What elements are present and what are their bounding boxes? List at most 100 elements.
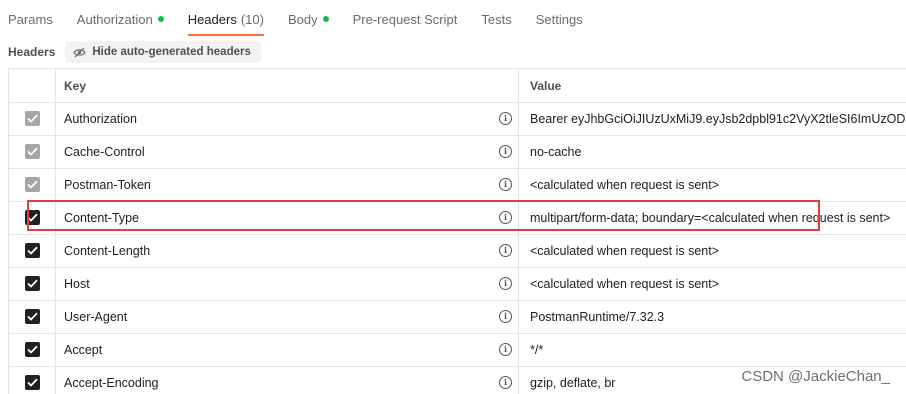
checkbox-cell [9,267,56,300]
checkmark-icon [26,378,38,387]
checkmark-icon [26,213,38,222]
row-checkbox[interactable] [24,375,40,390]
header-key: User-Agent [64,309,128,324]
value-cell[interactable]: Bearer eyJhbGciOiJIUzUxMiJ9.eyJsb2dpbl91… [520,102,906,135]
key-cell[interactable]: Accept i [56,333,519,366]
key-cell[interactable]: Content-Length i [56,234,519,267]
tab-label: Pre-request Script [352,11,458,27]
tab-label: Authorization [76,11,153,27]
tab-authorization[interactable]: Authorization [65,0,176,38]
hide-auto-generated-headers-button[interactable]: Hide auto-generated headers [65,41,261,63]
tab-count: (10) [240,11,264,27]
checkmark-icon [26,180,38,189]
header-key: Content-Type [64,210,140,225]
key-cell[interactable]: User-Agent i [56,300,519,333]
checkbox-cell [9,333,56,366]
column-header-key: Key [56,69,519,102]
checkmark-icon [26,345,38,354]
header-check-cell [9,69,56,102]
tab-settings[interactable]: Settings [524,0,595,38]
checkmark-icon [26,147,38,156]
value-cell[interactable]: */* [520,333,906,366]
headers-table: Key Value Authorization i Bearer eyJhbGciO… [8,68,906,394]
key-cell[interactable]: Content-Type i [56,201,519,234]
eye-off-icon [73,47,87,57]
status-dot-icon [157,16,164,22]
value-cell[interactable]: <calculated when request is sent> [520,234,906,267]
table-row: Authorization i Bearer eyJhbGciOiJIUzUxMiJ… [9,102,906,136]
tab-tests[interactable]: Tests [469,0,523,38]
row-checkbox[interactable] [24,111,40,126]
section-title: Headers [8,45,56,59]
row-checkbox[interactable] [24,177,40,192]
info-icon[interactable]: i [499,145,512,158]
header-key: Accept [64,342,103,357]
checkbox-cell [9,300,56,333]
header-value: gzip, deflate, br [530,375,616,390]
tab-pre-request-script[interactable]: Pre-request Script [341,0,470,38]
checkmark-icon [26,279,38,288]
table-row: Postman-Token i <calculated when request i… [9,168,906,202]
checkmark-icon [26,114,38,123]
value-cell[interactable]: <calculated when request is sent> [520,168,906,201]
table-row: Content-Length i <calculated when request … [9,234,906,268]
checkbox-cell [9,135,56,168]
table-row: Cache-Control i no-cache [9,135,906,169]
info-icon[interactable]: i [499,310,512,323]
key-cell[interactable]: Postman-Token i [56,168,519,201]
info-icon[interactable]: i [499,244,512,257]
header-value: */* [530,342,544,357]
row-checkbox[interactable] [24,144,40,159]
key-cell[interactable]: Authorization i [56,102,519,135]
row-checkbox[interactable] [24,342,40,357]
tab-label: Headers [187,11,237,27]
value-cell[interactable]: PostmanRuntime/7.32.3 [520,300,906,333]
row-checkbox[interactable] [24,243,40,258]
info-icon[interactable]: i [499,211,512,224]
tab-params[interactable]: Params [0,0,65,38]
header-key: Host [64,276,90,291]
tab-label: Body [287,11,318,27]
tab-headers[interactable]: Headers (10) [176,0,276,38]
header-value: <calculated when request is sent> [530,276,720,291]
column-header-value: Value [530,78,562,93]
header-key: Content-Length [64,243,151,258]
info-icon[interactable]: i [499,178,512,191]
table-row: Content-Type i multipart/form-data; bounda… [9,201,906,235]
value-cell[interactable]: multipart/form-data; boundary=<calculate… [520,201,906,234]
tab-body[interactable]: Body [276,0,341,38]
table-header-row: Key Value [9,69,906,103]
info-icon[interactable]: i [499,277,512,290]
info-icon[interactable]: i [499,112,512,125]
tab-label: Settings [535,11,583,27]
table-row: Host i <calculated when request is sent> [9,267,906,301]
header-value: PostmanRuntime/7.32.3 [530,309,665,324]
info-icon[interactable]: i [499,376,512,389]
header-value: Bearer eyJhbGciOiJIUzUxMiJ9.eyJsb2dpbl91… [530,111,906,126]
header-key: Postman-Token [64,177,151,192]
hide-button-label: Hide auto-generated headers [92,46,251,58]
checkmark-icon [26,312,38,321]
table-row: User-Agent i PostmanRuntime/7.32.3 [9,300,906,334]
row-checkbox[interactable] [24,276,40,291]
tab-label: Tests [481,11,512,27]
header-key: Authorization [64,111,137,126]
checkbox-cell [9,168,56,201]
header-value: <calculated when request is sent> [530,177,720,192]
key-cell[interactable]: Host i [56,267,519,300]
checkmark-icon [26,246,38,255]
key-cell[interactable]: Accept-Encoding i [56,366,519,394]
row-checkbox[interactable] [24,309,40,324]
value-cell[interactable]: no-cache [520,135,906,168]
header-value: no-cache [530,144,582,159]
value-cell[interactable]: <calculated when request is sent> [520,267,906,300]
watermark: CSDN @JackieChan_ [741,368,890,385]
row-checkbox[interactable] [24,210,40,225]
header-key: Cache-Control [64,144,145,159]
checkbox-cell [9,366,56,394]
info-icon[interactable]: i [499,343,512,356]
key-cell[interactable]: Cache-Control i [56,135,519,168]
checkbox-cell [9,201,56,234]
header-value: multipart/form-data; boundary=<calculate… [530,210,891,225]
checkbox-cell [9,234,56,267]
